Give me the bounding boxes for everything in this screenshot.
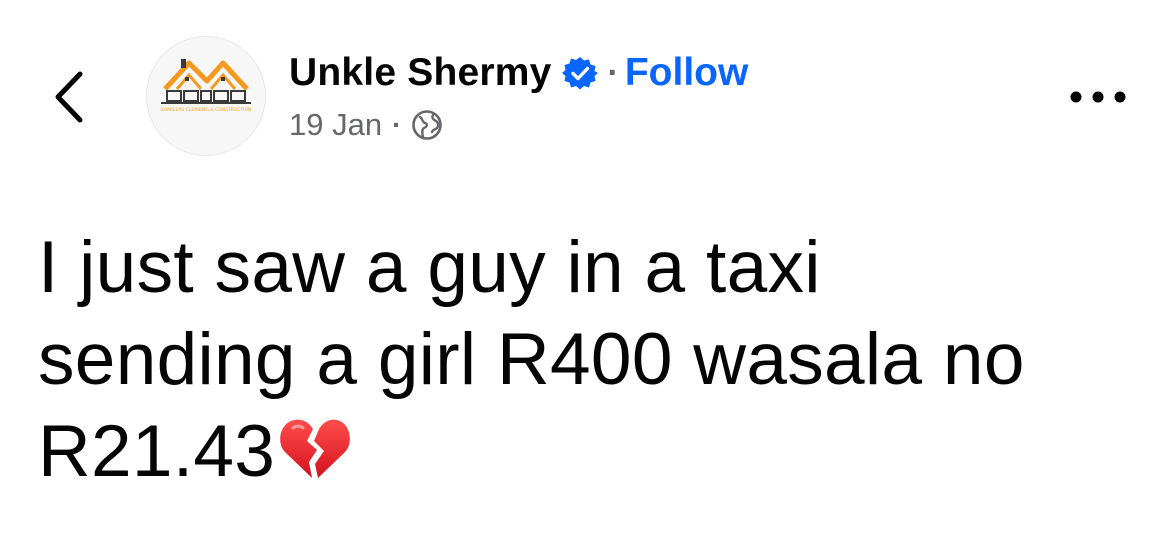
back-button[interactable] xyxy=(48,70,92,124)
company-logo: SHAKELAS CLEANING & CONSTRUCTION xyxy=(161,59,252,113)
post-text-line-last: R21.43 xyxy=(38,406,1138,498)
avatar[interactable]: SHAKELAS CLEANING & CONSTRUCTION xyxy=(146,36,266,156)
chevron-left-icon xyxy=(55,71,83,123)
globe-icon xyxy=(412,110,443,140)
author-name[interactable]: Unkle Shermy xyxy=(289,51,552,95)
meta-separator: · xyxy=(392,109,402,140)
post-text: I just saw a guy in a taxi sending a gir… xyxy=(38,222,1138,498)
follow-separator: · xyxy=(607,53,619,92)
post-text-line: I just saw a guy in a taxi xyxy=(38,227,821,308)
follow-button[interactable]: Follow xyxy=(625,51,748,95)
post-text-amount: R21.43 xyxy=(38,411,276,492)
broken-heart-icon xyxy=(280,419,351,478)
more-options-button[interactable] xyxy=(1066,84,1130,110)
verified-badge-icon xyxy=(561,57,598,90)
post-header: Unkle Shermy · Follow 19 Jan · xyxy=(289,48,748,148)
avatar-logo-text: SHAKELAS CLEANING & CONSTRUCTION xyxy=(161,107,252,113)
more-options-icon xyxy=(1070,91,1126,103)
post-text-line: sending a girl R400 wasala no xyxy=(38,319,1025,400)
post-date[interactable]: 19 Jan xyxy=(289,107,382,143)
